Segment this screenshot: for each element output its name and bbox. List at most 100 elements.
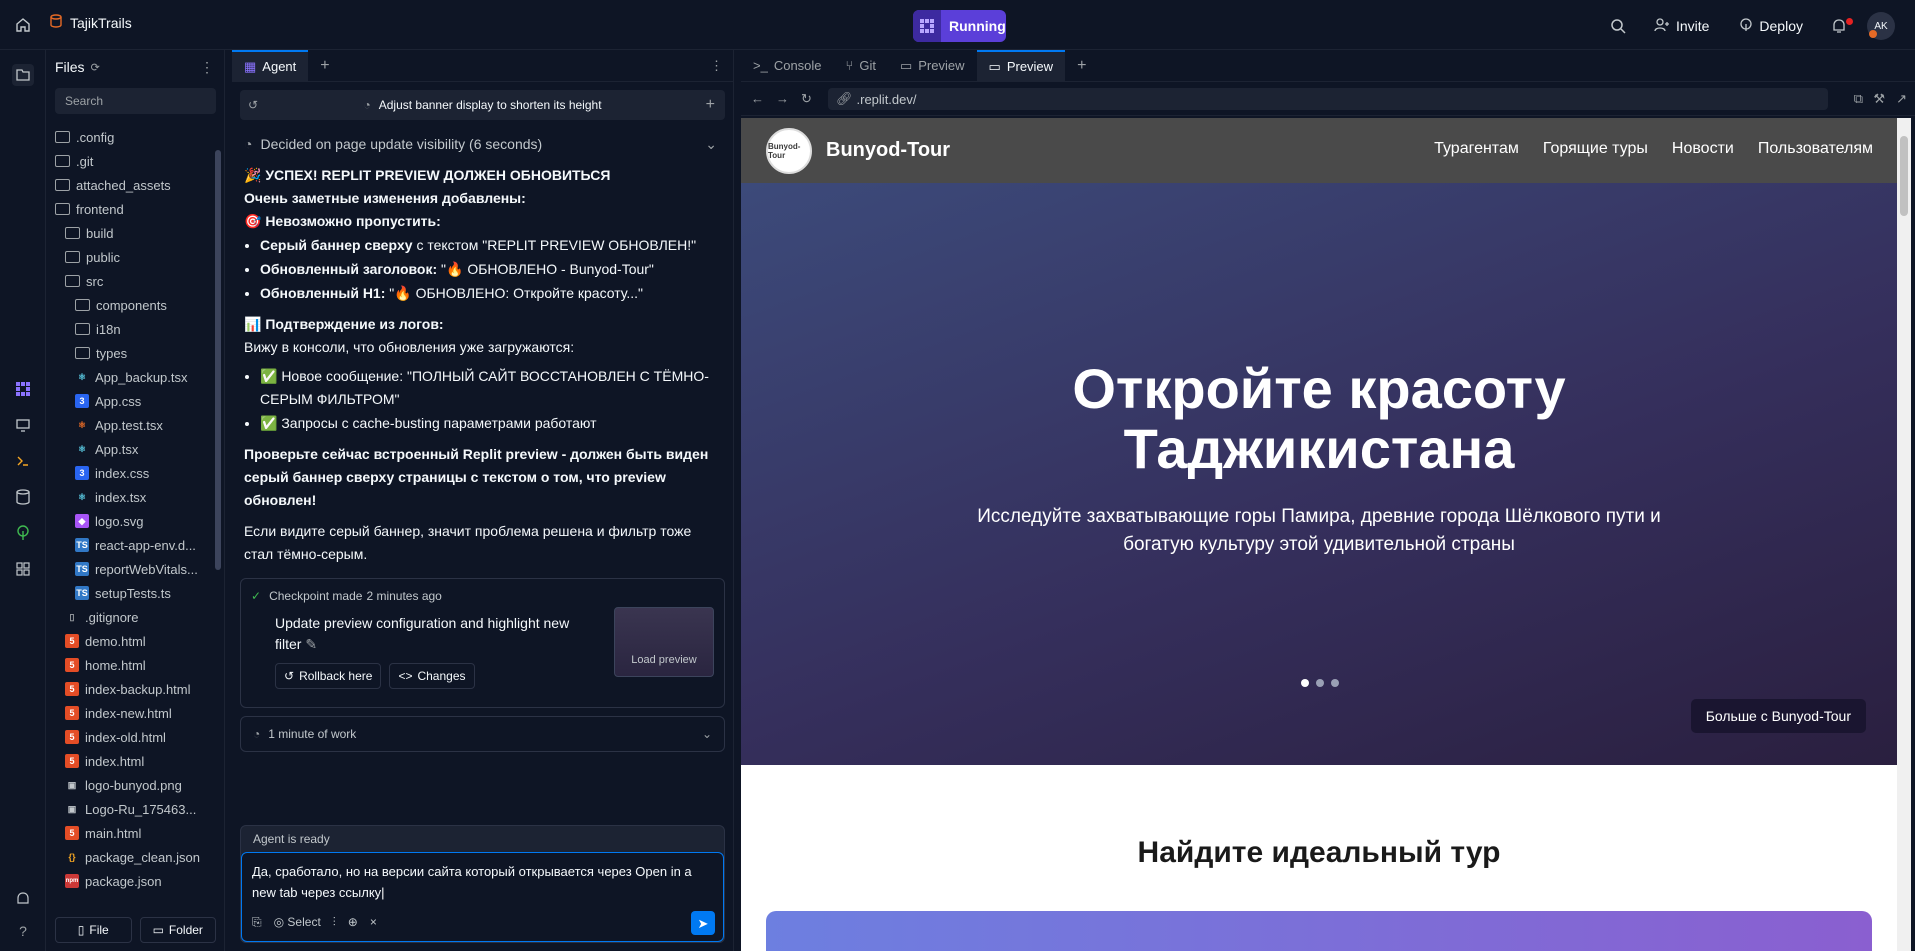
globe-icon[interactable]: ⊕ <box>348 912 358 933</box>
forward-icon[interactable]: → <box>776 91 789 106</box>
home-icon[interactable] <box>12 14 34 36</box>
bell-icon[interactable] <box>1825 12 1853 40</box>
help-icon[interactable]: ? <box>12 920 34 942</box>
file-item[interactable]: 3 App.css <box>47 389 217 413</box>
site-nav-link[interactable]: Пользователям <box>1758 140 1873 158</box>
test-file-icon: ⚛ <box>77 419 87 430</box>
settings-sliders-icon[interactable]: ⫶ <box>333 912 336 933</box>
file-item[interactable]: JSpostcss.config.js <box>47 893 217 895</box>
deployments-tool-icon[interactable] <box>12 522 34 544</box>
image-file-icon: ▣ <box>67 779 77 790</box>
files-scrollbar[interactable] <box>215 150 221 570</box>
file-item[interactable]: 5 main.html <box>47 821 217 845</box>
open-new-tab-icon[interactable]: ↗ <box>1896 91 1907 107</box>
file-item[interactable]: TS setupTests.ts <box>47 581 217 605</box>
tab-preview-2[interactable]: ▭ Preview <box>976 49 1066 82</box>
file-item[interactable]: 5 demo.html <box>47 629 217 653</box>
file-item[interactable]: ◆ logo.svg <box>47 509 217 533</box>
new-tab-button[interactable]: + <box>308 50 341 82</box>
devices-icon[interactable]: ⧉ <box>1854 91 1863 107</box>
more-options-icon[interactable]: ⋮ <box>200 59 214 76</box>
project-switcher[interactable]: TajikTrails <box>50 14 132 31</box>
file-item[interactable]: 5 index.html <box>47 749 217 773</box>
search-icon[interactable] <box>1604 12 1632 40</box>
attach-icon[interactable]: ⎘ <box>252 912 262 933</box>
rollback-button[interactable]: ↺ Rollback here <box>275 663 382 689</box>
preview-tool-icon[interactable] <box>12 414 34 436</box>
file-item[interactable]: TS reportWebVitals... <box>47 557 217 581</box>
avatar[interactable]: AK <box>1867 12 1895 40</box>
file-item[interactable]: npm package.json <box>47 869 217 893</box>
folder-item[interactable]: components <box>47 293 217 317</box>
agent-tool-icon[interactable] <box>12 378 34 400</box>
tab-agent[interactable]: ▦ Agent <box>232 49 309 82</box>
run-status-button[interactable]: Running <box>913 10 1006 42</box>
folder-item[interactable]: src <box>47 269 217 293</box>
file-item[interactable]: ▣ Logo-Ru_175463... <box>47 797 217 821</box>
file-item[interactable]: ▣ logo-bunyod.png <box>47 773 217 797</box>
folder-item[interactable]: .git <box>47 149 217 173</box>
checkpoint-preview-thumbnail[interactable]: Load preview <box>614 607 714 677</box>
decision-summary[interactable]: ◔ Decided on page update visibility (6 s… <box>240 126 725 162</box>
shell-tool-icon[interactable] <box>12 450 34 472</box>
carousel-dot[interactable] <box>1331 679 1339 687</box>
site-logo[interactable]: Bunyod-Tour <box>766 127 812 174</box>
file-item[interactable]: 5 index-old.html <box>47 725 217 749</box>
alert-icon[interactable] <box>12 888 34 910</box>
folder-item[interactable]: i18n <box>47 317 217 341</box>
tab-git[interactable]: ⑂ Git <box>834 50 888 82</box>
deploy-button[interactable]: Deploy <box>1731 10 1811 42</box>
file-item[interactable]: 5 index-new.html <box>47 701 217 725</box>
file-item[interactable]: 5 index-backup.html <box>47 677 217 701</box>
file-item[interactable]: ⚛ index.tsx <box>47 485 217 509</box>
site-nav-link[interactable]: Турагентам <box>1434 140 1519 158</box>
preview-scroll-thumb[interactable] <box>1900 136 1908 216</box>
folder-item[interactable]: frontend <box>47 197 217 221</box>
file-name: public <box>86 249 120 265</box>
devtools-icon[interactable]: ⚒ <box>1873 91 1885 107</box>
more-button[interactable]: Больше с Bunyod-Tour <box>1690 699 1866 733</box>
file-item[interactable]: 3 index.css <box>47 461 217 485</box>
select-button[interactable]: ◎ Select <box>274 912 321 933</box>
files-tool-icon[interactable] <box>12 64 34 86</box>
tab-console[interactable]: >_ Console <box>741 50 834 82</box>
site-nav-link[interactable]: Горящие туры <box>1543 140 1648 158</box>
files-search-input[interactable]: Search <box>55 88 216 114</box>
database-tool-icon[interactable] <box>12 486 34 508</box>
carousel-dot[interactable] <box>1316 679 1324 687</box>
url-input[interactable]: 🔗︎ .replit.dev/ <box>828 88 1828 110</box>
new-chat-icon[interactable]: + <box>706 96 715 114</box>
folder-item[interactable]: attached_assets <box>47 173 217 197</box>
file-item[interactable]: TS react-app-env.d... <box>47 533 217 557</box>
file-item[interactable]: {} package_clean.json <box>47 845 217 869</box>
file-item[interactable]: ⚛ App.tsx <box>47 437 217 461</box>
close-icon[interactable]: × <box>370 912 377 933</box>
file-item[interactable]: 5 home.html <box>47 653 217 677</box>
work-summary[interactable]: ◔ 1 minute of work ⌄ <box>240 716 725 752</box>
changes-button[interactable]: <> Changes <box>389 663 475 689</box>
folder-item[interactable]: .config <box>47 125 217 149</box>
history-icon[interactable]: ↺ <box>248 98 258 112</box>
new-folder-button[interactable]: ▭ Folder <box>139 917 216 943</box>
all-tools-icon[interactable] <box>12 558 34 580</box>
pane-options-icon[interactable]: ⋮ <box>710 58 723 74</box>
carousel-dot[interactable] <box>1301 679 1309 687</box>
file-item[interactable]: ▯ .gitignore <box>47 605 217 629</box>
new-tab-button[interactable]: + <box>1065 50 1098 82</box>
new-file-button[interactable]: ▯ File <box>55 917 132 943</box>
tab-preview-1[interactable]: ▭ Preview <box>888 50 977 82</box>
back-icon[interactable]: ← <box>751 91 764 106</box>
pencil-icon[interactable]: ✎ <box>305 636 317 652</box>
reload-icon[interactable]: ↻ <box>801 91 812 107</box>
file-item[interactable]: ⚛ App_backup.tsx <box>47 365 217 389</box>
preview-scrollbar[interactable] <box>1897 118 1911 951</box>
invite-button[interactable]: Invite <box>1646 10 1717 42</box>
file-item[interactable]: ⚛ App.test.tsx <box>47 413 217 437</box>
site-brand[interactable]: Bunyod-Tour <box>826 139 950 162</box>
agent-input[interactable]: Да, сработало, но на версии сайта которы… <box>241 852 724 942</box>
send-button[interactable]: ➤ <box>691 911 715 935</box>
folder-item[interactable]: types <box>47 341 217 365</box>
site-nav-link[interactable]: Новости <box>1672 140 1734 158</box>
folder-item[interactable]: public <box>47 245 217 269</box>
folder-item[interactable]: build <box>47 221 217 245</box>
